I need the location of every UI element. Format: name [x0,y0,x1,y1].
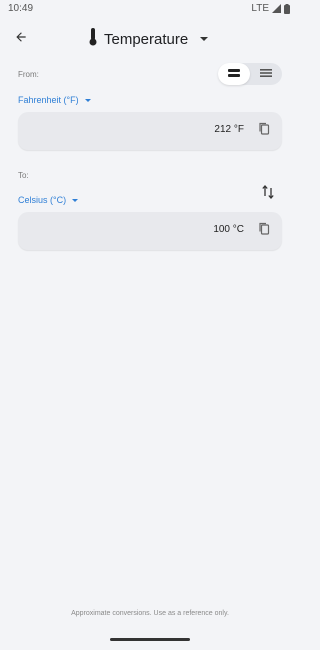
swap-vertical-icon [262,184,274,204]
disclaimer-text: Approximate conversions. Use as a refere… [71,610,229,617]
two-line-layout-button[interactable] [218,63,250,85]
swap-units-button[interactable] [260,184,276,204]
arrow-back-icon [14,30,28,49]
chevron-down-icon [200,37,209,41]
to-unit-label: Celsius (°C) [18,195,67,205]
status-icons: LTE [251,3,290,14]
status-time: 10:49 [8,3,34,14]
to-unit-select[interactable]: Celsius (°C) [18,195,79,205]
thermometer-icon [88,27,98,51]
app-bar: Temperature [0,20,300,58]
from-value: 212 °F [214,124,244,135]
back-button[interactable] [8,26,34,52]
to-value-field[interactable]: 100 °C [18,212,282,250]
copy-icon [258,222,270,240]
from-value-field[interactable]: 212 °F [18,112,282,150]
chevron-down-icon [84,98,91,102]
status-bar: 10:49 LTE [0,0,300,18]
page-title: Temperature [104,30,189,48]
two-line-layout-icon [228,65,240,83]
battery-icon [284,3,290,14]
list-layout-button[interactable] [250,63,282,85]
from-label: From: [18,70,39,79]
copy-icon [258,122,270,140]
list-layout-icon [260,65,272,83]
from-unit-label: Fahrenheit (°F) [18,95,79,105]
to-label: To: [18,171,29,180]
signal-icon [272,4,281,13]
layout-toggle [218,63,282,85]
chevron-down-icon [72,198,79,202]
quantity-selector[interactable]: Temperature [88,27,209,51]
from-unit-select[interactable]: Fahrenheit (°F) [18,95,91,105]
home-indicator[interactable] [110,638,190,641]
copy-from-button[interactable] [256,122,272,140]
network-label: LTE [251,3,269,14]
copy-to-button[interactable] [256,222,272,240]
to-value: 100 °C [213,224,244,235]
